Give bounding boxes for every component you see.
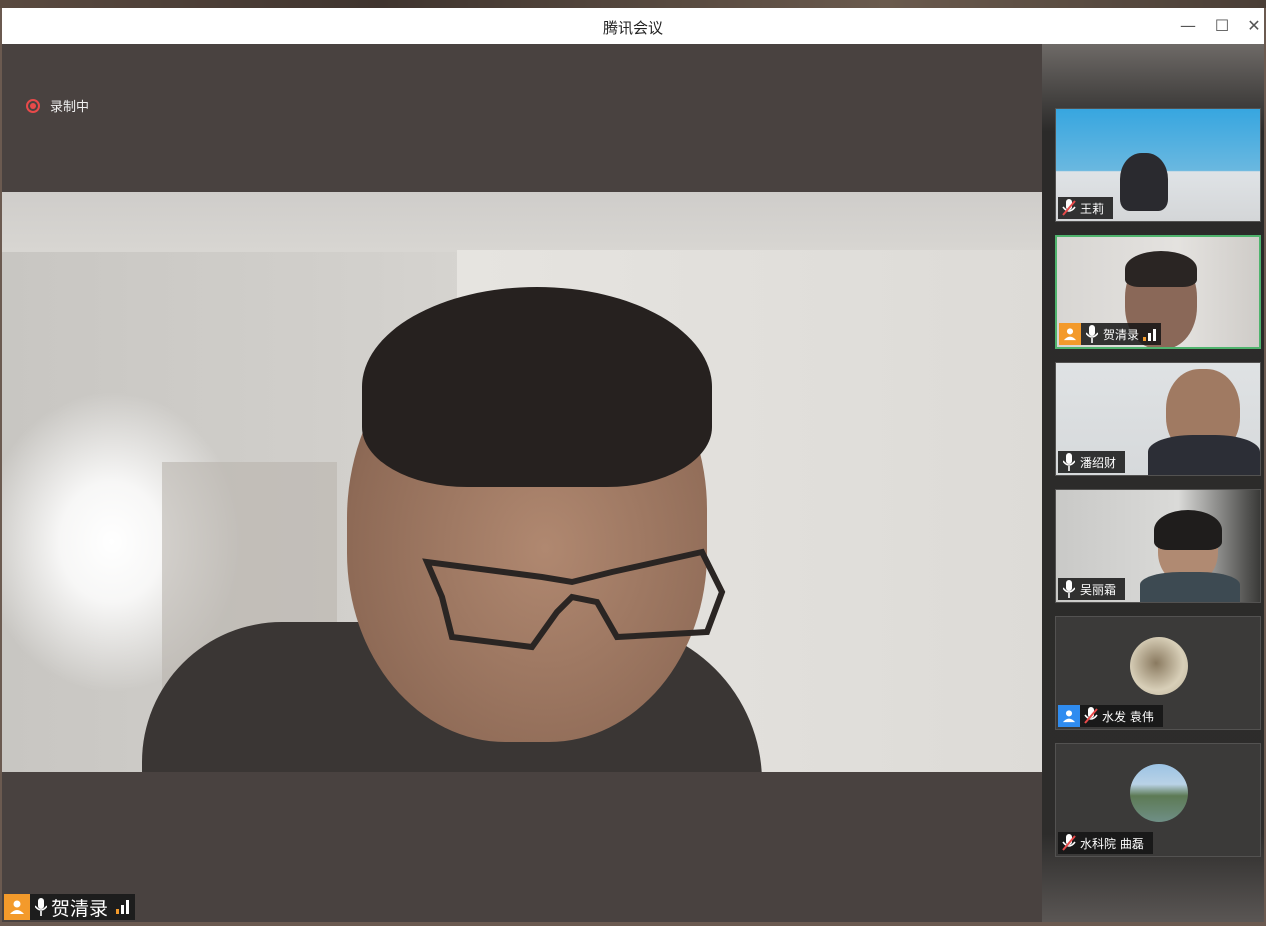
main-video-area[interactable]: 录制中 贺清录 [2, 44, 1042, 922]
participant-tile[interactable]: 王莉 [1055, 108, 1261, 222]
participant-name: 水发 袁伟 [1102, 709, 1154, 724]
participant-body [1140, 572, 1240, 602]
participant-label: 贺清录 [1059, 323, 1162, 345]
video-ceiling [2, 192, 1042, 252]
participant-body [1148, 435, 1260, 475]
participant-label: 王莉 [1058, 197, 1114, 219]
participant-name: 吴丽霜 [1080, 582, 1117, 597]
participant-avatar [1130, 764, 1188, 822]
title-bar: 腾讯会议 — ☐ ✕ [2, 8, 1264, 44]
participant-name: 潘绍财 [1080, 455, 1117, 470]
participant-tile[interactable]: 吴丽霜 [1055, 489, 1261, 603]
participant-tile[interactable]: 潘绍财 [1055, 362, 1261, 476]
microphone-muted-icon [1083, 706, 1099, 726]
microphone-icon [33, 897, 49, 917]
signal-bars-icon [116, 900, 130, 914]
cohost-user-icon [1058, 705, 1080, 727]
participant-hair [1154, 510, 1222, 550]
microphone-muted-icon [1061, 833, 1077, 853]
microphone-muted-icon [1061, 198, 1077, 218]
host-user-icon [1059, 323, 1081, 345]
participant-label: 水发 袁伟 [1058, 705, 1163, 727]
recording-indicator: 录制中 [26, 96, 89, 115]
speaker-glasses [422, 548, 726, 651]
host-user-icon [4, 894, 30, 920]
participant-hair [1125, 251, 1197, 287]
participant-figure [1120, 153, 1168, 211]
window-title: 腾讯会议 [602, 19, 663, 37]
participant-label: 吴丽霜 [1058, 578, 1126, 600]
participant-avatar [1130, 637, 1188, 695]
recording-label: 录制中 [50, 100, 90, 115]
participant-name: 贺清录 [1103, 327, 1140, 342]
microphone-icon [1061, 452, 1077, 472]
desktop-background-strip [0, 0, 1266, 8]
participant-name: 水科院 曲磊 [1080, 836, 1144, 851]
speaker-video-feed [2, 192, 1042, 772]
main-speaker-label: 贺清录 [4, 894, 136, 920]
speaker-hair [362, 287, 712, 487]
main-speaker-name: 贺清录 [51, 897, 109, 920]
minimize-button[interactable]: — [1176, 14, 1200, 38]
maximize-button[interactable]: ☐ [1210, 14, 1234, 38]
participant-tile[interactable]: 水发 袁伟 [1055, 616, 1261, 730]
record-icon [26, 98, 40, 113]
meeting-window: 腾讯会议 — ☐ ✕ 录制中 贺清录 王莉 贺清录 潘绍财 吴丽霜 水发 袁伟 … [2, 8, 1264, 922]
participant-tile[interactable]: 水科院 曲磊 [1055, 743, 1261, 857]
participant-sidebar: 王莉 贺清录 潘绍财 吴丽霜 水发 袁伟 水科院 曲磊 [1042, 44, 1264, 922]
participant-label: 水科院 曲磊 [1058, 832, 1153, 854]
microphone-icon [1084, 324, 1100, 344]
close-button[interactable]: ✕ [1242, 14, 1266, 38]
participant-label: 潘绍财 [1058, 451, 1126, 473]
microphone-icon [1061, 579, 1077, 599]
participant-tile[interactable]: 贺清录 [1055, 235, 1261, 349]
signal-bars-icon [1143, 327, 1157, 341]
participant-name: 王莉 [1080, 201, 1105, 216]
